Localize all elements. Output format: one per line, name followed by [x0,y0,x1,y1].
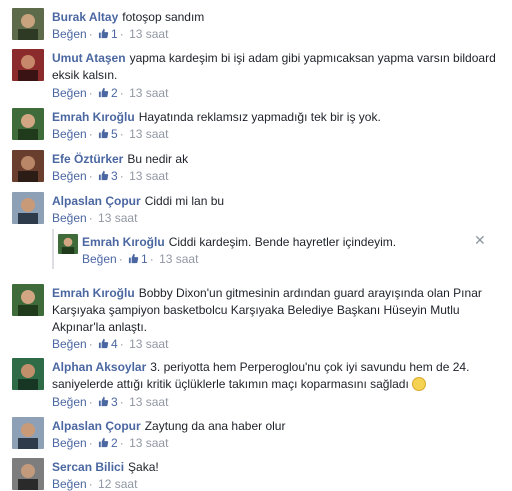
avatar[interactable] [12,192,44,224]
comment-author[interactable]: Alphan Aksoylar [52,360,146,374]
avatar[interactable] [12,358,44,390]
avatar[interactable] [12,150,44,182]
like-link[interactable]: Beğen [52,27,87,41]
like-link[interactable]: Beğen [52,395,87,409]
thumbs-up-icon[interactable] [98,396,109,407]
comment-text: Hayatında reklamsız yapmadığı tek bir iş… [138,110,381,124]
avatar[interactable] [12,108,44,140]
like-link[interactable]: Beğen [82,252,117,266]
comment-feed: Burak Altay fotoşop sandım Beğen · 1 · 13 s… [0,0,512,491]
like-count[interactable]: 3 [111,169,118,183]
avatar[interactable] [12,49,44,81]
thumbs-up-icon[interactable] [128,253,139,264]
like-link[interactable]: Beğen [52,86,87,100]
like-count[interactable]: 5 [111,127,118,141]
comment-timestamp[interactable]: 13 saat [129,86,168,100]
comment-author[interactable]: Emrah Kıroğlu [52,110,135,124]
comment-author[interactable]: Sercan Bilici [52,460,124,474]
thumbs-up-icon[interactable] [98,437,109,448]
comment-timestamp[interactable]: 13 saat [129,127,168,141]
avatar[interactable] [12,284,44,316]
avatar[interactable] [12,417,44,449]
avatar[interactable] [12,8,44,40]
comment-meta: Beğen · 12 saat [52,477,138,491]
comment-author[interactable]: Emrah Kıroğlu [82,235,165,249]
comment-timestamp[interactable]: 13 saat [129,169,168,183]
like-link[interactable]: Beğen [52,211,87,225]
like-count[interactable]: 1 [141,252,148,266]
comment-author[interactable]: Burak Altay [52,10,118,24]
like-link[interactable]: Beğen [52,169,87,183]
comment-meta: Beğen · 3 · 13 saat [52,395,169,409]
comment-text: Zaytung da ana haber olur [144,419,286,433]
comment-text: Ciddi kardeşim. Bende hayretler içindeyi… [168,235,397,249]
comment-meta: Beğen · 1 · 13 saat [52,27,169,41]
comment-timestamp[interactable]: 12 saat [98,477,137,491]
comment-author[interactable]: Umut Ataşen [52,51,126,65]
comment-text: fotoşop sandım [122,10,205,24]
like-count[interactable]: 2 [111,436,118,450]
comment-text: Ciddi mi lan bu [144,194,225,208]
like-count[interactable]: 4 [111,337,118,351]
reply-thread-line [52,229,54,269]
thumbs-up-icon[interactable] [98,128,109,139]
thumbs-up-icon[interactable] [98,170,109,181]
comment-meta: Beğen · 3 · 13 saat [52,169,169,183]
comment-timestamp[interactable]: 13 saat [159,252,198,266]
comment-author[interactable]: Emrah Kıroğlu [52,286,135,300]
comment-meta: Beğen · 2 · 13 saat [52,436,169,450]
like-count[interactable]: 3 [111,395,118,409]
like-link[interactable]: Beğen [52,477,87,491]
avatar[interactable] [12,458,44,490]
comment-meta: Beğen · 5 · 13 saat [52,127,169,141]
like-count[interactable]: 1 [111,27,118,41]
comment-timestamp[interactable]: 13 saat [129,436,168,450]
comment-meta: Beğen · 13 saat [52,211,138,225]
comment-timestamp[interactable]: 13 saat [129,395,168,409]
comment-author[interactable]: Efe Öztürker [52,152,123,166]
comment-timestamp[interactable]: 13 saat [129,27,168,41]
comment-meta: Beğen · 4 · 13 saat [52,337,169,351]
comment-timestamp[interactable]: 13 saat [129,337,168,351]
comment-author[interactable]: Alpaslan Çopur [52,194,141,208]
comment-meta: Beğen · 2 · 13 saat [52,86,169,100]
like-link[interactable]: Beğen [52,127,87,141]
comment-text: Şaka! [128,460,159,474]
comment-text: Bu nedir ak [127,152,189,166]
comment-timestamp[interactable]: 13 saat [98,211,137,225]
thumbs-up-icon[interactable] [98,87,109,98]
like-count[interactable]: 2 [111,86,118,100]
comment-author[interactable]: Alpaslan Çopur [52,419,141,433]
comment-meta: Beğen · 1 · 13 saat [82,252,199,266]
like-link[interactable]: Beğen [52,436,87,450]
like-link[interactable]: Beğen [52,337,87,351]
thumbs-up-icon[interactable] [98,338,109,349]
avatar[interactable] [58,234,78,254]
thumbs-up-icon[interactable] [98,28,109,39]
smile-emoji-icon [411,377,426,391]
close-icon[interactable]: ✕ [474,232,486,249]
